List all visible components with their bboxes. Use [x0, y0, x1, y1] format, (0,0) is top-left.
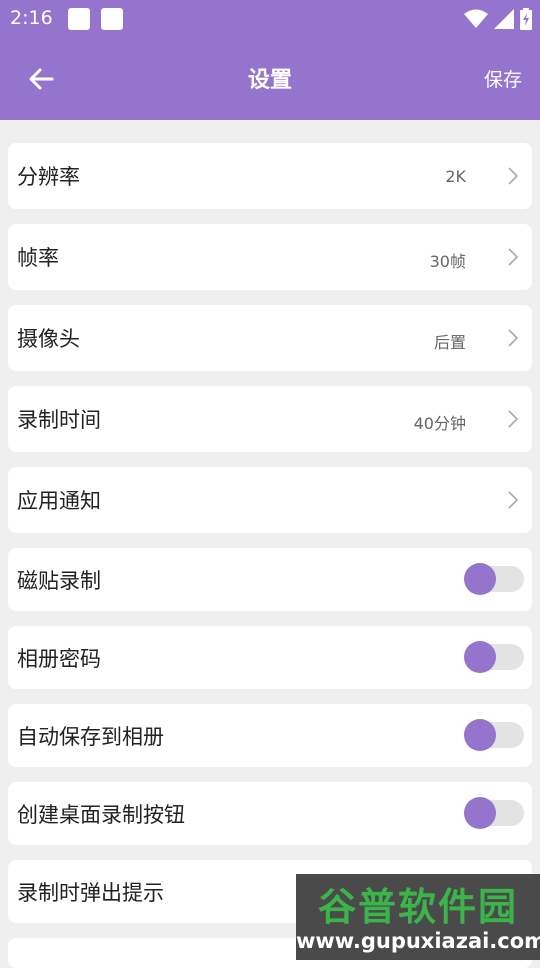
toggle-knob — [464, 641, 496, 673]
setting-auto-save-album: 自动保存到相册 — [8, 704, 532, 767]
battery-charging-icon — [520, 8, 532, 30]
app-bar: 设置 保存 — [0, 38, 540, 120]
toggle-switch[interactable] — [464, 563, 524, 595]
notification-square-icon — [101, 8, 123, 30]
setting-label: 磁贴录制 — [17, 569, 101, 593]
setting-value: 30帧 — [429, 252, 466, 271]
chevron-right-icon — [508, 491, 519, 509]
setting-value: 后置 — [433, 333, 466, 352]
watermark-logo: 谷普软件园 www.gupuxiazai.com — [296, 874, 540, 960]
watermark-title: 谷普软件园 — [317, 885, 518, 929]
setting-label: 录制时间 — [17, 408, 101, 432]
setting-album-password: 相册密码 — [8, 626, 532, 689]
status-bar: 2:16 — [0, 0, 540, 38]
toggle-knob — [464, 797, 496, 829]
toggle-switch[interactable] — [464, 719, 524, 751]
setting-value: 2K — [445, 167, 466, 186]
setting-label: 分辨率 — [17, 165, 80, 189]
setting-tile-record: 磁贴录制 — [8, 548, 532, 611]
toggle-knob — [464, 563, 496, 595]
wifi-icon — [464, 9, 488, 28]
setting-label: 录制时弹出提示 — [17, 881, 164, 905]
setting-resolution[interactable]: 分辨率 2K — [8, 143, 532, 209]
toggle-switch[interactable] — [464, 797, 524, 829]
setting-value: 40分钟 — [413, 414, 466, 433]
save-button[interactable]: 保存 — [484, 65, 522, 92]
setting-label: 相册密码 — [17, 647, 101, 671]
notification-square-icon — [68, 8, 90, 30]
chevron-right-icon — [508, 167, 519, 185]
setting-label: 创建桌面录制按钮 — [17, 803, 185, 827]
setting-label: 应用通知 — [17, 489, 101, 513]
watermark-url: www.gupuxiazai.com — [296, 929, 540, 953]
setting-label: 摄像头 — [17, 327, 80, 351]
chevron-right-icon — [508, 410, 519, 428]
chevron-right-icon — [508, 329, 519, 347]
setting-label: 帧率 — [17, 246, 59, 270]
chevron-right-icon — [508, 248, 519, 266]
page-title: 设置 — [247, 68, 292, 93]
toggle-switch[interactable] — [464, 641, 524, 673]
signal-icon — [494, 9, 514, 29]
setting-camera[interactable]: 摄像头 后置 — [8, 305, 532, 371]
toggle-knob — [464, 719, 496, 751]
setting-record-time[interactable]: 录制时间 40分钟 — [8, 386, 532, 452]
status-time: 2:16 — [10, 7, 53, 29]
setting-desktop-record-button: 创建桌面录制按钮 — [8, 782, 532, 845]
setting-label: 自动保存到相册 — [17, 725, 164, 749]
setting-frame-rate[interactable]: 帧率 30帧 — [8, 224, 532, 290]
setting-app-notification[interactable]: 应用通知 — [8, 467, 532, 533]
